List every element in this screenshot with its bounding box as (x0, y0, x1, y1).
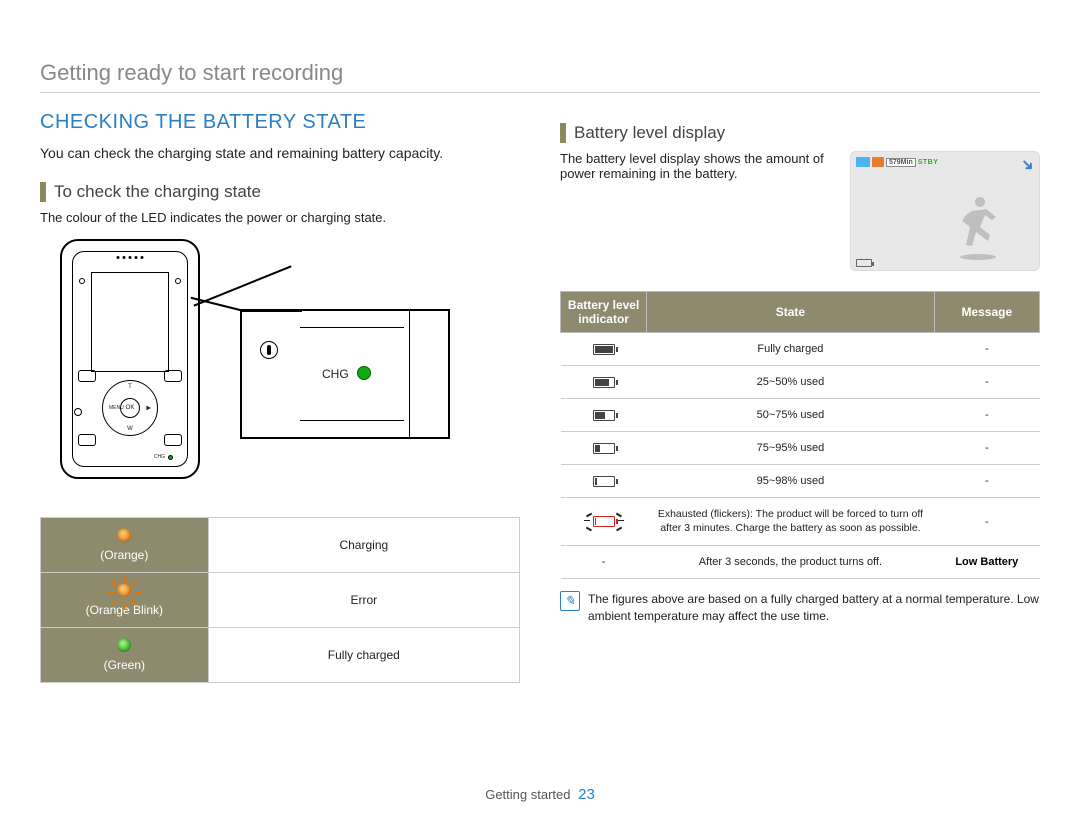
battery-level-table: Battery level indicator State Message Fu… (560, 291, 1040, 579)
led-state-text: Charging (208, 517, 519, 572)
led-label-text: (Orange) (100, 548, 148, 562)
callout-connector-line (193, 265, 291, 306)
table-row: (Orange) Charging (41, 517, 520, 572)
device-button-icon (164, 370, 182, 382)
section-divider (40, 92, 1040, 93)
battery-1bar-icon (593, 443, 615, 454)
battery-flicker-icon (593, 516, 615, 528)
skater-silhouette-icon (950, 191, 1010, 261)
led-state-text: Error (208, 572, 519, 627)
stby-text: STBY (918, 159, 939, 166)
battery-3bar-icon (593, 377, 615, 388)
battery-none-cell: - (561, 546, 647, 579)
led-state-text: Fully charged (208, 627, 519, 682)
led-orange-icon (117, 528, 131, 542)
subheading-text: Battery level display (574, 123, 725, 143)
chg-led-icon (168, 455, 173, 460)
subheading-text: To check the charging state (54, 182, 261, 202)
battery-empty-icon (593, 476, 615, 487)
battery-message-text: - (934, 366, 1039, 399)
table-row: - After 3 seconds, the product turns off… (561, 546, 1040, 579)
led-green-icon (117, 638, 131, 652)
heading-accent-bar (560, 123, 566, 143)
table-row: (Orange Blink) Error (41, 572, 520, 627)
battery-state-text: Exhausted (flickers): The product will b… (647, 498, 934, 546)
battery-message-text: - (934, 432, 1039, 465)
chg-callout-magnified: CHG (240, 309, 450, 439)
table-row: 50~75% used - (561, 399, 1040, 432)
note-row: ✎ The figures above are based on a fully… (560, 591, 1040, 625)
device-button-icon (78, 434, 96, 446)
table-row: 95~98% used - (561, 465, 1040, 498)
battery-2bar-icon (593, 410, 615, 421)
device-button-icon (78, 370, 96, 382)
battery-message-text: - (934, 333, 1039, 366)
subheading-battery-level: Battery level display (560, 123, 1040, 143)
table-row: (Green) Fully charged (41, 627, 520, 682)
table-header: Battery level indicator (561, 292, 647, 333)
battery-level-text: The battery level display shows the amou… (560, 151, 840, 181)
table-header: State (647, 292, 934, 333)
device-dpad-icon: OK T W MENU ▶ (102, 380, 158, 436)
strap-hole-icon (260, 341, 278, 359)
charging-state-text: The colour of the LED indicates the powe… (40, 210, 520, 225)
device-illustration: OK T W MENU ▶ CHG (60, 239, 460, 499)
intro-paragraph: You can check the charging state and rem… (40, 144, 520, 164)
camcorder-body-icon: OK T W MENU ▶ CHG (60, 239, 200, 479)
device-screen-icon (91, 272, 169, 372)
heading-accent-bar (40, 182, 46, 202)
battery-full-icon (593, 344, 615, 355)
main-section-heading: CHECKING THE BATTERY STATE (40, 111, 520, 134)
led-label-text: (Green) (104, 658, 145, 672)
chg-text: CHG (154, 454, 165, 460)
battery-message-text: - (934, 465, 1039, 498)
blink-rays-icon (108, 574, 140, 612)
battery-indicator-icon (856, 259, 872, 267)
battery-state-text: 50~75% used (647, 399, 934, 432)
note-text: The figures above are based on a fully c… (588, 591, 1040, 625)
battery-state-text: After 3 seconds, the product turns off. (647, 546, 934, 579)
battery-message-text: - (934, 498, 1039, 546)
table-row: Fully charged - (561, 333, 1040, 366)
chg-led-green-icon (357, 366, 371, 380)
table-row: Exhausted (flickers): The product will b… (561, 498, 1040, 546)
resolution-icon (856, 157, 870, 167)
led-state-table: (Orange) Charging (40, 517, 520, 683)
battery-message-text: - (934, 399, 1039, 432)
screen-preview-thumbnail: 579Min STBY ➜ (850, 151, 1040, 271)
table-row: 25~50% used - (561, 366, 1040, 399)
note-icon: ✎ (560, 591, 580, 611)
battery-state-text: 25~50% used (647, 366, 934, 399)
chg-label-text: CHG (322, 367, 349, 381)
battery-state-text: 75~95% used (647, 432, 934, 465)
chapter-title: Getting ready to start recording (40, 60, 1040, 86)
subheading-charging-state: To check the charging state (40, 182, 520, 202)
page-footer: Getting started 23 (0, 786, 1080, 803)
low-battery-message-text: Low Battery (934, 546, 1039, 579)
battery-state-text: Fully charged (647, 333, 934, 366)
table-row: 75~95% used - (561, 432, 1040, 465)
footer-section-text: Getting started (485, 787, 570, 802)
time-remaining-text: 579Min (886, 158, 916, 167)
device-button-icon (164, 434, 182, 446)
table-header: Message (934, 292, 1039, 333)
page-number: 23 (578, 786, 595, 803)
battery-state-text: 95~98% used (647, 465, 934, 498)
mode-icon (872, 157, 884, 167)
